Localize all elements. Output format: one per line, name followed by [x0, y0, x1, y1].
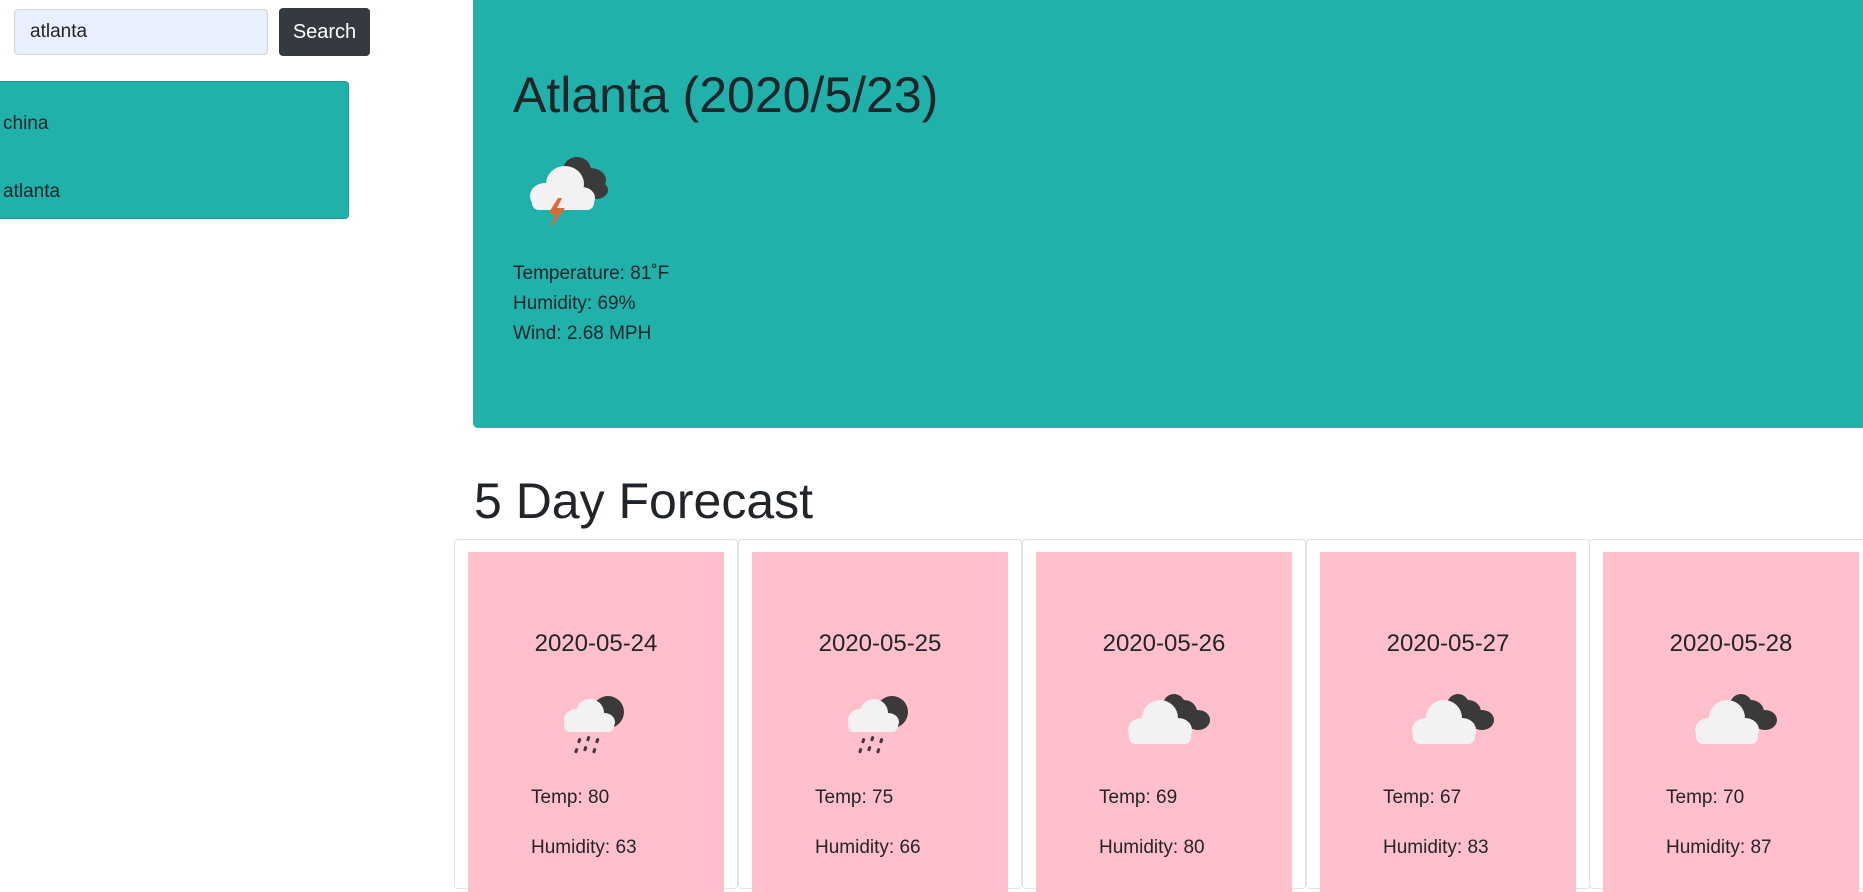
forecast-temp: Temp: 69: [1099, 787, 1178, 808]
forecast-card: 2020-05-28 Temp: 70 Humidity: 87: [1589, 539, 1863, 892]
current-temperature: Temperature: 81˚F: [513, 263, 670, 284]
search-input[interactable]: [14, 9, 268, 55]
search-button[interactable]: Search: [279, 8, 370, 56]
forecast-humidity: Humidity: 87: [1666, 837, 1772, 858]
rain-icon: [848, 696, 908, 754]
current-wind: Wind: 2.68 MPH: [513, 323, 652, 344]
forecast-date: 2020-05-25: [818, 630, 942, 657]
forecast-humidity: Humidity: 66: [815, 837, 921, 858]
history-item-atlanta[interactable]: atlanta: [3, 181, 60, 203]
cloudy-icon: [1128, 694, 1210, 744]
forecast-date: 2020-05-26: [1102, 630, 1226, 657]
current-weather-panel: Atlanta (2020/5/23) Temperature: 81˚F Hu…: [473, 0, 1863, 428]
thunderstorm-icon: [530, 157, 608, 228]
search-history-list: china atlanta: [0, 81, 349, 219]
forecast-date: 2020-05-24: [534, 630, 658, 657]
forecast-card: 2020-05-25 Temp: 75 Humidity: 66: [738, 539, 1022, 892]
forecast-date: 2020-05-28: [1669, 630, 1793, 657]
forecast-temp: Temp: 70: [1666, 787, 1745, 808]
history-item-china[interactable]: china: [3, 113, 48, 135]
forecast-humidity: Humidity: 83: [1383, 837, 1489, 858]
cloudy-icon: [1695, 694, 1777, 744]
forecast-card: 2020-05-26 Temp: 69 Humidity: 80: [1022, 539, 1306, 892]
current-humidity: Humidity: 69%: [513, 293, 636, 314]
forecast-humidity: Humidity: 80: [1099, 837, 1205, 858]
rain-icon: [564, 696, 624, 754]
current-city-title: Atlanta (2020/5/23): [513, 67, 939, 123]
forecast-card: 2020-05-24 Temp: 80 Humidity: 63: [454, 539, 738, 892]
cloudy-icon: [1412, 694, 1494, 744]
forecast-card: 2020-05-27 Temp: 67 Humidity: 83: [1306, 539, 1590, 892]
forecast-temp: Temp: 80: [531, 787, 610, 808]
forecast-temp: Temp: 75: [815, 787, 894, 808]
forecast-humidity: Humidity: 63: [531, 837, 637, 858]
forecast-heading: 5 Day Forecast: [474, 473, 814, 529]
forecast-temp: Temp: 67: [1383, 787, 1462, 808]
forecast-date: 2020-05-27: [1386, 630, 1510, 657]
